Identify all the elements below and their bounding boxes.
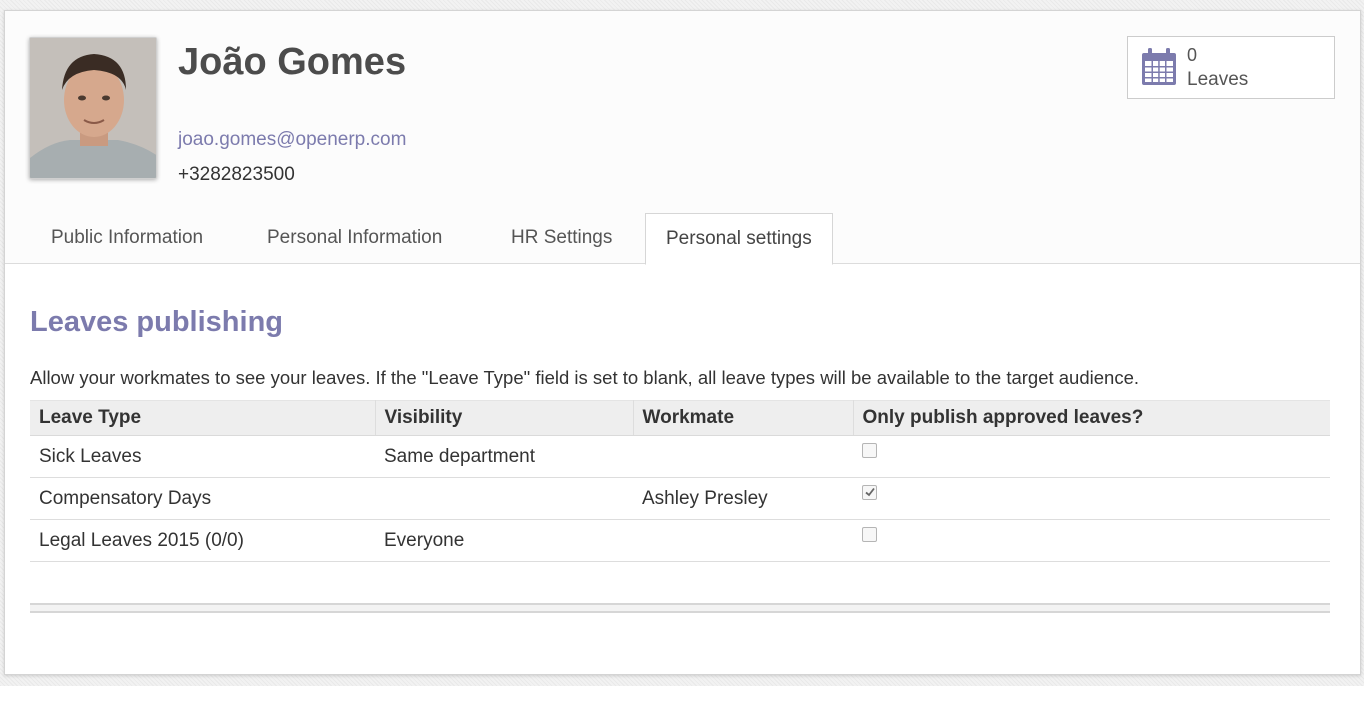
cell-approved-only [853, 477, 1330, 520]
cell-leave-type[interactable]: Legal Leaves 2015 (0/0) [30, 519, 375, 562]
employee-avatar[interactable] [29, 37, 157, 179]
column-header-leave-type[interactable]: Leave Type [30, 400, 376, 436]
table-row[interactable]: Sick Leaves Same department [30, 435, 1330, 478]
employee-form-sheet: João Gomes joao.gomes@openerp.com +32828… [4, 10, 1361, 675]
tab-hr-settings[interactable]: HR Settings [491, 213, 632, 264]
approved-only-checkbox[interactable] [862, 526, 877, 542]
employee-phone: +3282823500 [178, 164, 295, 185]
cell-workmate[interactable] [633, 519, 853, 562]
approved-only-checkbox[interactable] [862, 442, 877, 458]
column-header-only-approved[interactable]: Only publish approved leaves? [853, 400, 1330, 436]
cell-visibility[interactable]: Everyone [375, 519, 633, 562]
avatar-photo [30, 38, 156, 178]
column-header-visibility[interactable]: Visibility [375, 400, 634, 436]
tab-public-information[interactable]: Public Information [31, 213, 223, 264]
leaves-count: 0 [1187, 45, 1198, 65]
leaves-stat-button[interactable]: 0 Leaves [1127, 36, 1335, 99]
tab-personal-settings[interactable]: Personal settings [645, 213, 833, 265]
cell-visibility[interactable]: Same department [375, 435, 633, 478]
approved-only-checkbox[interactable] [862, 484, 877, 500]
calendar-icon [1140, 47, 1178, 92]
cell-workmate[interactable]: Ashley Presley [633, 477, 853, 520]
cell-leave-type[interactable]: Sick Leaves [30, 435, 375, 478]
cell-approved-only [853, 519, 1330, 562]
leaves-publishing-table: Leave Type Visibility Workmate Only publ… [30, 400, 1330, 562]
cell-visibility[interactable] [375, 477, 633, 520]
employee-email-link[interactable]: joao.gomes@openerp.com [178, 129, 406, 151]
form-tabs: Public Information Personal Information … [5, 213, 1360, 265]
cell-approved-only [853, 435, 1330, 478]
table-header-row: Leave Type Visibility Workmate Only publ… [30, 400, 1330, 436]
column-header-workmate[interactable]: Workmate [633, 400, 854, 436]
leaves-label: Leaves [1187, 69, 1249, 90]
table-row[interactable]: Legal Leaves 2015 (0/0) Everyone [30, 519, 1330, 562]
employee-name: João Gomes [178, 41, 407, 83]
tab-personal-information[interactable]: Personal Information [247, 213, 462, 264]
table-footer-bar [30, 603, 1330, 613]
section-help-text: Allow your workmates to see your leaves.… [30, 367, 1140, 388]
check-icon [865, 487, 875, 496]
section-title: Leaves publishing [30, 306, 283, 338]
table-row[interactable]: Compensatory Days Ashley Presley [30, 477, 1330, 520]
cell-workmate[interactable] [633, 435, 853, 478]
cell-leave-type[interactable]: Compensatory Days [30, 477, 375, 520]
